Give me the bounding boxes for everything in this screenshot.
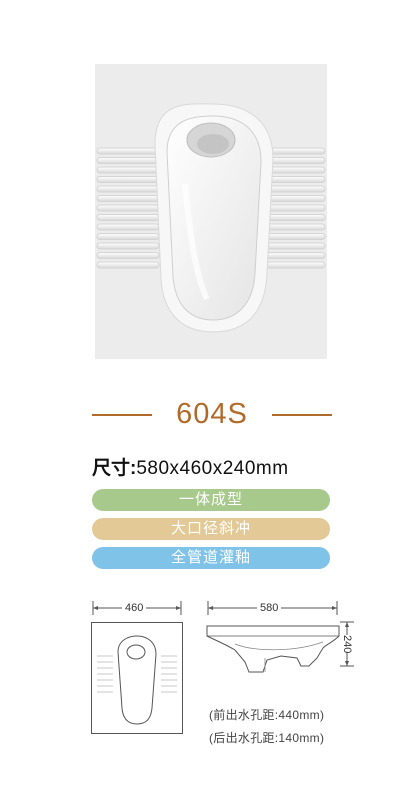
size-value: 580x460x240mm <box>136 458 289 479</box>
feature-badge-one-piece: 一体成型 <box>92 489 330 511</box>
ridge-left <box>96 176 160 183</box>
ridge-left <box>96 147 160 155</box>
squat-toilet-image <box>95 64 327 359</box>
ridge-left <box>96 261 160 269</box>
ridge-left <box>96 204 160 212</box>
ridge-right <box>264 147 326 155</box>
ridge-left <box>96 166 160 174</box>
ridge-right <box>264 157 326 164</box>
ridge-right <box>264 242 326 250</box>
ridge-right <box>264 223 326 231</box>
ridge-left <box>96 233 160 240</box>
rear-outlet-note: (后出水孔距:140mm) <box>209 731 325 745</box>
ridge-right <box>264 185 326 193</box>
ridge-right <box>264 233 326 240</box>
height-dimension: 240 <box>340 621 354 667</box>
ridge-left <box>96 242 160 250</box>
ridge-left <box>96 157 160 164</box>
ridge-left <box>96 223 160 231</box>
ridge-right <box>264 195 326 202</box>
feature-badge-flush: 大口径斜冲 <box>92 518 330 540</box>
product-photo <box>95 64 327 359</box>
ridge-left <box>96 195 160 202</box>
length-value: 580 <box>257 601 282 615</box>
size-label: 尺寸: <box>92 458 137 479</box>
model-number: 604S <box>176 398 248 430</box>
width-value: 460 <box>122 601 147 615</box>
length-dimension: 580 <box>207 601 338 615</box>
side-view-drawing <box>206 625 340 673</box>
ridge-right <box>264 176 326 183</box>
ridge-left <box>96 185 160 193</box>
ridge-left <box>96 252 160 259</box>
width-dimension: 460 <box>92 601 182 615</box>
ridge-left <box>96 214 160 221</box>
feature-badge-glaze: 全管道灌釉 <box>92 547 330 569</box>
ridge-right <box>264 252 326 259</box>
ridge-right <box>264 204 326 212</box>
height-value: 240 <box>340 635 354 654</box>
top-view-drawing <box>91 622 183 734</box>
ridge-right <box>264 261 326 269</box>
ridge-right <box>264 214 326 221</box>
model-header: 604S <box>0 398 419 432</box>
size-spec: 尺寸:580x460x240mm <box>92 453 289 479</box>
ridge-right <box>264 166 326 174</box>
divider-left <box>92 414 152 416</box>
divider-right <box>272 414 332 416</box>
front-outlet-note: (前出水孔距:440mm) <box>209 708 325 722</box>
